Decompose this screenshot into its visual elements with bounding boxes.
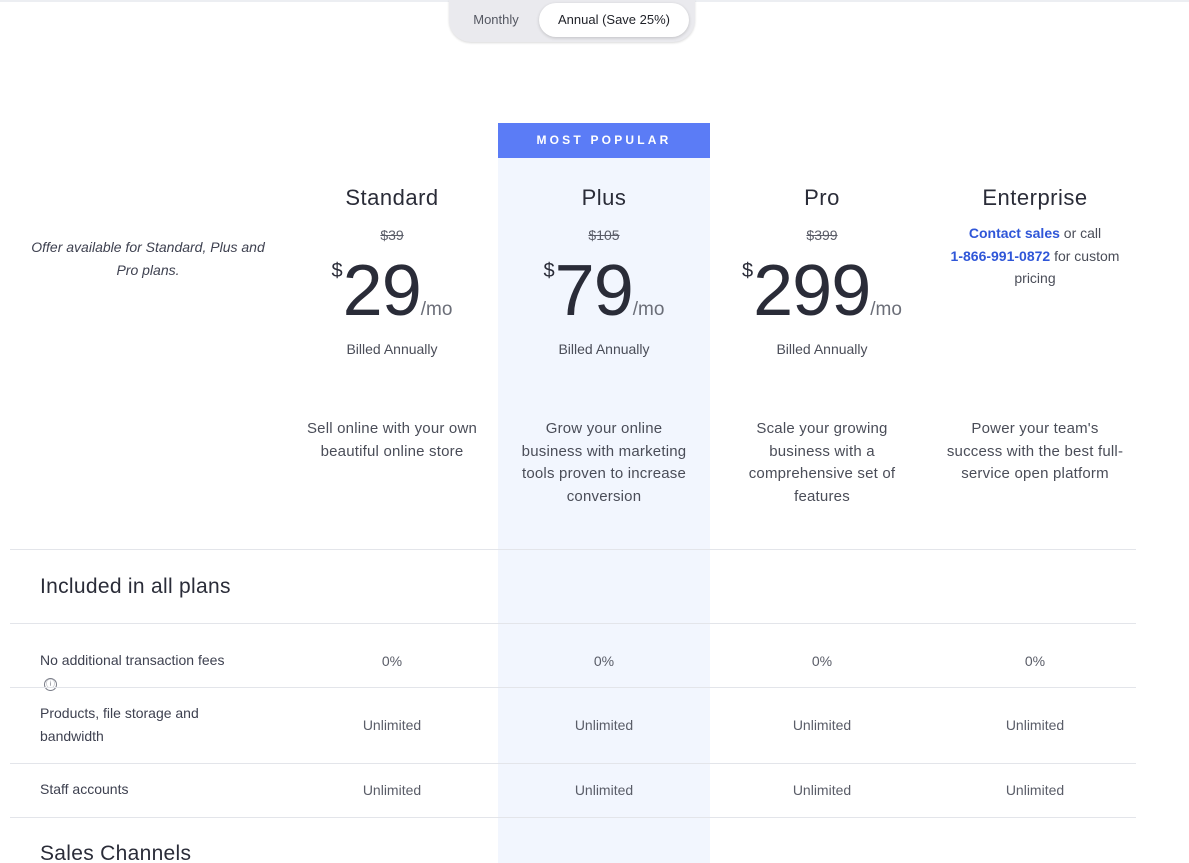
divider — [10, 623, 1136, 624]
divider — [10, 763, 1136, 764]
currency-symbol: $ — [543, 260, 555, 282]
contact-text: or call — [1059, 225, 1102, 241]
section-title-included: Included in all plans — [40, 575, 231, 598]
feature-value: Unlimited — [362, 717, 422, 733]
most-popular-badge: MOST POPULAR — [498, 123, 710, 158]
plan-enterprise: Enterprise — [929, 182, 1141, 214]
plan-name: Enterprise — [982, 185, 1088, 210]
feature-label-transaction-fees: No additional transaction fees ⓘ — [40, 649, 240, 695]
price-period: /mo — [420, 299, 453, 320]
feature-value: Unlimited — [792, 782, 852, 798]
currency-symbol: $ — [742, 260, 754, 282]
feature-value: 0% — [1024, 653, 1046, 669]
feature-value: Unlimited — [362, 782, 422, 798]
contact-sales-link[interactable]: Contact sales — [969, 225, 1060, 241]
feature-value: Unlimited — [1005, 717, 1065, 733]
feature-value: 0% — [381, 653, 403, 669]
price-amount: 79 — [554, 251, 634, 331]
section-title-sales-channels: Sales Channels — [40, 842, 192, 863]
billing-note: Billed Annually — [346, 341, 438, 357]
divider — [10, 549, 1136, 550]
billing-annual-option[interactable]: Annual (Save 25%) — [539, 3, 689, 37]
billing-note: Billed Annually — [558, 341, 650, 357]
phone-link[interactable]: 1-866-991-0872 — [951, 248, 1051, 264]
old-price: $39 — [380, 227, 404, 243]
feature-label-text: No additional transaction fees — [40, 652, 225, 668]
feature-label-staff-accounts: Staff accounts — [40, 781, 129, 797]
plan-description-plus: Grow your online business with marketing… — [521, 420, 687, 505]
info-icon[interactable]: ⓘ — [44, 678, 57, 691]
feature-value: 0% — [593, 653, 615, 669]
pricing-page: Monthly Annual (Save 25%) MOST POPULAR O… — [0, 0, 1189, 863]
plan-pro: Pro $399 $299/mo Billed Annually — [716, 182, 928, 358]
price-period: /mo — [632, 299, 665, 320]
plan-name: Standard — [345, 185, 439, 210]
price: $29/mo — [286, 254, 498, 328]
feature-value: Unlimited — [574, 717, 634, 733]
plan-plus: Plus $105 $79/mo Billed Annually — [498, 182, 710, 358]
offer-note: Offer available for Standard, Plus and P… — [31, 239, 265, 278]
currency-symbol: $ — [331, 260, 343, 282]
feature-value: Unlimited — [574, 782, 634, 798]
old-price: $399 — [806, 227, 838, 243]
feature-value: Unlimited — [1005, 782, 1065, 798]
plan-name: Plus — [581, 185, 627, 210]
old-price: $105 — [588, 227, 620, 243]
price-period: /mo — [870, 299, 902, 320]
price-amount: 299 — [753, 251, 871, 331]
plan-description-enterprise: Power your team's success with the best … — [946, 420, 1124, 482]
divider — [10, 687, 1136, 688]
billing-toggle[interactable]: Monthly Annual (Save 25%) — [449, 0, 695, 42]
feature-value: 0% — [811, 653, 833, 669]
price: $299/mo — [716, 254, 928, 328]
billing-note: Billed Annually — [776, 341, 868, 357]
plan-description-pro: Scale your growing business with a compr… — [748, 420, 896, 505]
plan-name: Pro — [804, 185, 840, 210]
billing-monthly-option[interactable]: Monthly — [455, 3, 537, 37]
feature-label-storage: Products, file storage and bandwidth — [40, 705, 199, 744]
price: $79/mo — [498, 254, 710, 328]
price-amount: 29 — [342, 251, 422, 331]
divider — [10, 817, 1136, 818]
enterprise-contact: Contact sales or call 1-866-991-0872 for… — [935, 222, 1135, 290]
plan-standard: Standard $39 $29/mo Billed Annually — [286, 182, 498, 358]
plan-description-standard: Sell online with your own beautiful onli… — [306, 420, 478, 460]
feature-value: Unlimited — [792, 717, 852, 733]
